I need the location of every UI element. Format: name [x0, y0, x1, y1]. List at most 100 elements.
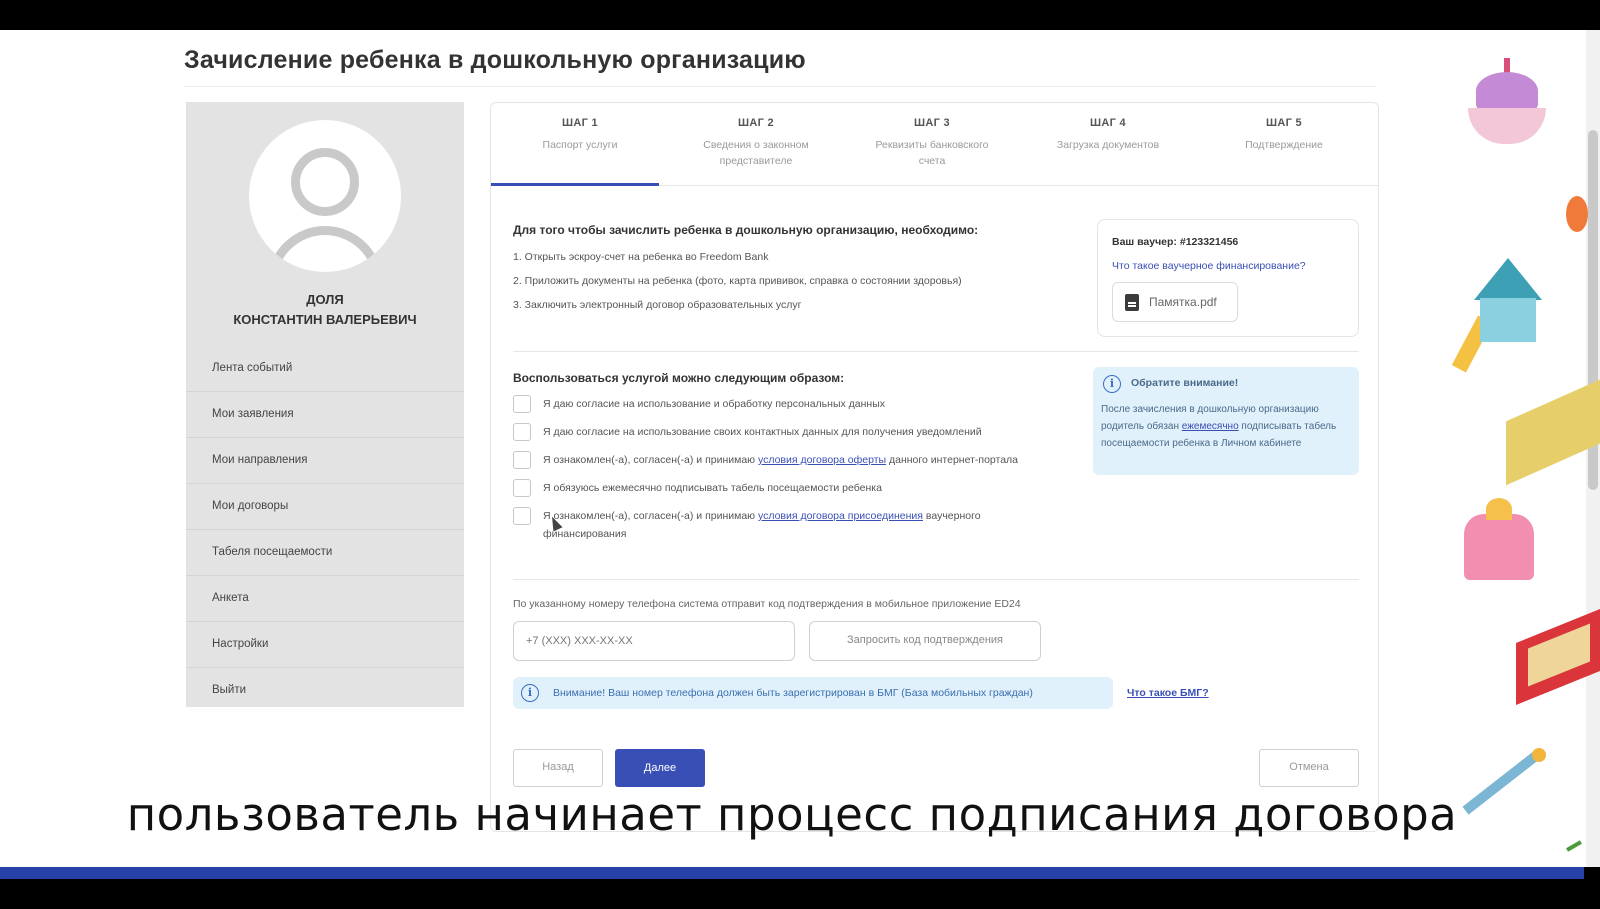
requirement-item: 3. Заключить электронный договор образов…: [513, 299, 802, 311]
user-surname: ДОЛЯ: [306, 292, 344, 307]
requirement-item: 1. Открыть эскроу-счет на ребенка во Fre…: [513, 251, 769, 263]
avatar-head-shape: [291, 148, 359, 216]
info-icon: i: [1103, 375, 1121, 393]
consent-text: Я даю согласие на использование своих ко…: [543, 426, 982, 438]
plant-illustration: [1566, 840, 1582, 852]
voucher-info-link[interactable]: Что такое ваучерное финансирование?: [1112, 260, 1306, 272]
bounce-castle-illustration: [1486, 498, 1512, 520]
step-label: Загрузка документов: [1056, 139, 1160, 151]
step-1-tab[interactable]: ШАГ 1 Паспорт услуги: [491, 117, 669, 153]
pdf-file-icon: [1125, 293, 1139, 311]
video-letterbox-top: [0, 0, 1600, 30]
sidebar-item-logout[interactable]: Выйти: [186, 668, 464, 714]
enrollment-wizard: ШАГ 1 Паспорт услуги ШАГ 2 Сведения о за…: [490, 102, 1379, 832]
phone-field[interactable]: [513, 621, 795, 661]
consent-text: Я даю согласие на использование и обрабо…: [543, 398, 886, 410]
bounce-castle-illustration: [1464, 514, 1534, 580]
what-is-bmg-link[interactable]: Что такое БМГ?: [1127, 687, 1209, 699]
step-number: ШАГ 5: [1266, 117, 1302, 129]
requirements-list: 1. Открыть эскроу-счет на ребенка во Fre…: [513, 249, 1073, 321]
video-progress-bar: [0, 867, 1584, 879]
consents-heading: Воспользоваться услугой можно следующим …: [513, 371, 845, 385]
requirement-item: 2. Приложить документы на ребенка (фото,…: [513, 275, 962, 287]
attention-text: После зачисления в дошкольную организаци…: [1101, 401, 1353, 452]
step-number: ШАГ 1: [562, 117, 598, 129]
consent-row: Я даю согласие на использование и обрабо…: [513, 395, 1053, 413]
profile-sidebar: ДОЛЯ КОНСТАНТИН ВАЛЕРЬЕВИЧ Лента событий…: [186, 102, 464, 707]
consent-text: Я ознакомлен(-а), согласен(-а) и принима…: [543, 451, 1018, 469]
memo-pdf-button[interactable]: Памятка.pdf: [1112, 282, 1238, 322]
consent-accession-checkbox[interactable]: [513, 507, 531, 525]
memo-pdf-label: Памятка.pdf: [1149, 295, 1217, 309]
user-avatar-icon: [249, 120, 401, 272]
wizard-steps: ШАГ 1 Паспорт услуги ШАГ 2 Сведения о за…: [491, 103, 1378, 186]
playhouse-illustration: [1480, 298, 1536, 342]
bmg-warning-text: Внимание! Ваш номер телефона должен быть…: [553, 687, 1033, 699]
voucher-number: Ваш ваучер: #123321456: [1112, 236, 1239, 248]
consent-personal-data-checkbox[interactable]: [513, 395, 531, 413]
back-button[interactable]: Назад: [513, 749, 603, 787]
attention-monthly-link[interactable]: ежемесячно: [1182, 421, 1239, 432]
consent-text-part: Я ознакомлен(-а), согласен(-а) и принима…: [543, 454, 758, 466]
request-code-button[interactable]: Запросить код подтверждения: [809, 621, 1041, 661]
attention-title: Обратите внимание!: [1131, 377, 1239, 389]
voucher-card: Ваш ваучер: #123321456 Что такое ваучерн…: [1097, 219, 1359, 337]
accession-terms-link[interactable]: условия договора присоединения: [758, 510, 923, 522]
consent-attendance-checkbox[interactable]: [513, 479, 531, 497]
consent-text-part: Я ознакомлен(-а), согласен(-а) и принима…: [543, 510, 758, 522]
seesaw-illustration: [1532, 748, 1546, 762]
attention-notice: i Обратите внимание! После зачисления в …: [1093, 367, 1359, 475]
consent-row: Я обязуюсь ежемесячно подписывать табель…: [513, 479, 1053, 497]
step-number: ШАГ 3: [914, 117, 950, 129]
next-button[interactable]: Далее: [615, 749, 705, 787]
sidebar-item-settings[interactable]: Настройки: [186, 622, 464, 668]
requirements-heading: Для того чтобы зачислить ребенка в дошко…: [513, 223, 979, 237]
step-3-tab[interactable]: ШАГ 3 Реквизиты банковского счета: [843, 117, 1021, 169]
section-divider: [513, 351, 1359, 352]
consent-row: Я ознакомлен(-а), согласен(-а) и принима…: [513, 451, 1053, 469]
consent-checklist: Я даю согласие на использование и обрабо…: [513, 395, 1053, 553]
carousel-illustration: [1476, 72, 1538, 110]
sidebar-item-referrals[interactable]: Мои направления: [186, 438, 464, 484]
user-given-names: КОНСТАНТИН ВАЛЕРЬЕВИЧ: [233, 312, 417, 327]
sidebar-item-contracts[interactable]: Мои договоры: [186, 484, 464, 530]
step-5-tab[interactable]: ШАГ 5 Подтверждение: [1195, 117, 1373, 153]
step-number: ШАГ 4: [1090, 117, 1126, 129]
video-caption: пользователь начинает процесс подписания…: [126, 788, 1458, 841]
playhouse-illustration: [1474, 258, 1542, 300]
active-step-indicator: [491, 183, 659, 186]
section-divider: [513, 579, 1359, 580]
carousel-illustration: [1468, 108, 1546, 144]
phone-note: По указанному номеру телефона система от…: [513, 598, 1021, 610]
step-label: Подтверждение: [1245, 139, 1323, 151]
consent-row: Я ознакомлен(-а), согласен(-а) и принима…: [513, 507, 1053, 543]
consent-contacts-checkbox[interactable]: [513, 423, 531, 441]
sidebar-item-attendance[interactable]: Табеля посещаемости: [186, 530, 464, 576]
video-letterbox-bottom: [0, 879, 1600, 909]
sidebar-item-events[interactable]: Лента событий: [186, 346, 464, 392]
title-divider: [184, 86, 1376, 87]
info-icon: i: [521, 684, 539, 702]
step-label: Реквизиты банковского счета: [875, 139, 989, 167]
consent-text-part: данного интернет-портала: [886, 454, 1019, 466]
cancel-button[interactable]: Отмена: [1259, 749, 1359, 787]
consent-row: Я даю согласие на использование своих ко…: [513, 423, 1053, 441]
sidebar-nav: Лента событий Мои заявления Мои направле…: [186, 346, 464, 714]
user-name: ДОЛЯ КОНСТАНТИН ВАЛЕРЬЕВИЧ: [186, 290, 464, 330]
consent-text: Я ознакомлен(-а), согласен(-а) и принима…: [543, 507, 1053, 543]
step-2-tab[interactable]: ШАГ 2 Сведения о законном представителе: [667, 117, 845, 169]
avatar-body-shape: [267, 226, 383, 272]
sidebar-item-profile-form[interactable]: Анкета: [186, 576, 464, 622]
app-screen: Зачисление ребенка в дошкольную организа…: [0, 30, 1600, 867]
step-label: Сведения о законном представителе: [703, 139, 809, 167]
step-4-tab[interactable]: ШАГ 4 Загрузка документов: [1019, 117, 1197, 153]
page-title: Зачисление ребенка в дошкольную организа…: [184, 46, 806, 74]
balloon-illustration: [1566, 196, 1588, 232]
step-label: Паспорт услуги: [542, 139, 618, 151]
bmg-warning: i Внимание! Ваш номер телефона должен бы…: [513, 677, 1113, 709]
consent-text: Я обязуюсь ежемесячно подписывать табель…: [543, 482, 882, 494]
step-number: ШАГ 2: [738, 117, 774, 129]
sidebar-item-applications[interactable]: Мои заявления: [186, 392, 464, 438]
consent-offer-checkbox[interactable]: [513, 451, 531, 469]
offer-terms-link[interactable]: условия договора оферты: [758, 454, 886, 466]
